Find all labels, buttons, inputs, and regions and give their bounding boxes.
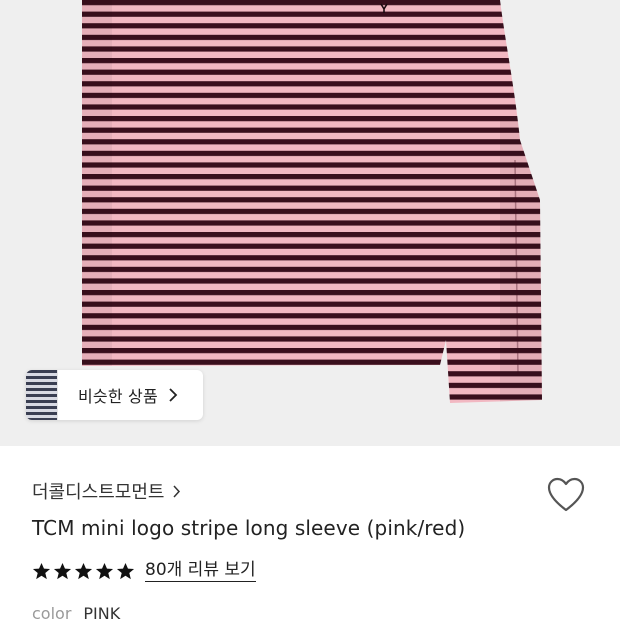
star-icon (53, 562, 72, 579)
product-image[interactable]: 비슷한 상품 (0, 0, 620, 446)
wishlist-button[interactable] (546, 476, 586, 514)
star-icon (95, 562, 114, 579)
brand-link[interactable]: 더콜디스트모먼트 (32, 478, 184, 504)
brand-name: 더콜디스트모먼트 (32, 482, 165, 503)
color-value: PINK (83, 604, 121, 620)
rating-row: 80개 리뷰 보기 (32, 560, 256, 582)
chevron-right-icon (172, 484, 184, 498)
rating-stars (32, 562, 135, 581)
similar-products-label: 비슷한 상품 (78, 387, 158, 406)
chevron-right-icon (168, 388, 182, 402)
color-option-row: color PINK (32, 604, 120, 620)
star-icon (116, 562, 135, 579)
product-title: TCM mini logo stripe long sleeve (pink/r… (32, 516, 466, 540)
color-label: color (32, 604, 72, 620)
similar-product-thumbnail (26, 370, 58, 420)
star-icon (74, 562, 93, 579)
similar-products-button[interactable]: 비슷한 상품 (26, 370, 203, 420)
review-link[interactable]: 80개 리뷰 보기 (145, 560, 256, 582)
heart-outline-icon (547, 477, 585, 512)
star-icon (32, 562, 51, 579)
